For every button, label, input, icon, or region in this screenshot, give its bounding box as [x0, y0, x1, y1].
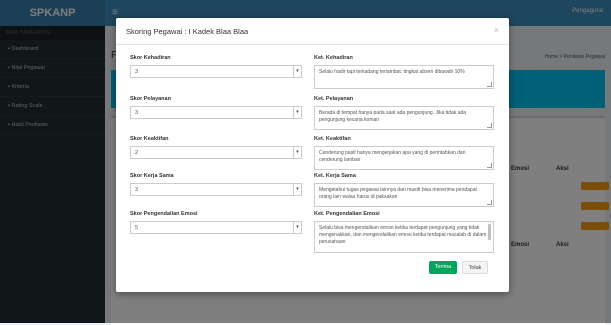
- select-value: 3: [135, 187, 139, 193]
- resize-handle-icon[interactable]: [487, 163, 492, 168]
- note-pengendalian-emosi-textarea[interactable]: Selalu bisa mengendalikan emosi ketika t…: [314, 221, 494, 253]
- note-label-kehadiran: Ket. Kehadiran: [314, 55, 353, 61]
- accept-button[interactable]: Terima: [429, 261, 457, 274]
- note-label-keaktifan: Ket. Keaktifan: [314, 136, 351, 142]
- select-keaktifan[interactable]: 2 ▾: [130, 146, 302, 159]
- modal-header: Skoring Pegawai : I Kadek Blaa Blaa ×: [116, 18, 509, 45]
- note-text: Selalu hadir tapi terkadang terlambat, t…: [319, 69, 465, 75]
- field-label-kehadiran: Skor Kehadiran: [130, 55, 171, 61]
- note-label-kerja-sama: Ket. Kerja Sama: [314, 173, 356, 179]
- resize-handle-icon[interactable]: [487, 200, 492, 205]
- close-icon[interactable]: ×: [494, 25, 499, 35]
- chevron-down-icon: ▾: [293, 184, 301, 195]
- select-pelayanan[interactable]: 3 ▾: [130, 106, 302, 119]
- note-text: Mengetahui tugas pegawai lainnya dan mas…: [319, 187, 477, 200]
- chevron-down-icon: ▾: [293, 222, 301, 233]
- chevron-down-icon: ▾: [293, 66, 301, 77]
- select-value: 3: [135, 69, 139, 75]
- note-text: Selalu bisa mengendalikan emosi ketika t…: [319, 225, 487, 245]
- note-kerja-sama-textarea[interactable]: Mengetahui tugas pegawai lainnya dan mas…: [314, 183, 494, 207]
- note-pelayanan-textarea[interactable]: Berada di tempat hanya pada saat ada pen…: [314, 106, 494, 130]
- scoring-modal: Skoring Pegawai : I Kadek Blaa Blaa × Sk…: [116, 18, 509, 292]
- chevron-down-icon: ▾: [293, 107, 301, 118]
- select-value: 2: [135, 150, 139, 156]
- note-kehadiran-textarea[interactable]: Selalu hadir tapi terkadang terlambat, t…: [314, 65, 494, 89]
- note-keaktifan-textarea[interactable]: Cenderung pasif hanya mengerjakan apa ya…: [314, 146, 494, 170]
- resize-handle-icon[interactable]: [487, 123, 492, 128]
- select-kehadiran[interactable]: 3 ▾: [130, 65, 302, 78]
- field-label-pengendalian-emosi: Skor Pengendalian Emosi: [130, 211, 198, 217]
- select-pengendalian-emosi[interactable]: 5 ▾: [130, 221, 302, 234]
- reject-button[interactable]: Tolak: [462, 261, 488, 274]
- select-kerja-sama[interactable]: 3 ▾: [130, 183, 302, 196]
- select-value: 3: [135, 110, 139, 116]
- field-label-keaktifan: Skor Keaktifan: [130, 136, 169, 142]
- modal-title: Skoring Pegawai : I Kadek Blaa Blaa: [126, 27, 249, 36]
- note-text: Berada di tempat hanya pada saat ada pen…: [319, 110, 467, 123]
- select-value: 5: [135, 225, 139, 231]
- field-label-kerja-sama: Skor Kerja Sama: [130, 173, 174, 179]
- note-label-pengendalian-emosi: Ket. Pengendalian Emosi: [314, 211, 380, 217]
- scrollbar[interactable]: [488, 224, 491, 240]
- note-label-pelayanan: Ket. Pelayanan: [314, 96, 354, 102]
- chevron-down-icon: ▾: [293, 147, 301, 158]
- note-text: Cenderung pasif hanya mengerjakan apa ya…: [319, 150, 466, 163]
- field-label-pelayanan: Skor Pelayanan: [130, 96, 171, 102]
- resize-handle-icon[interactable]: [487, 82, 492, 87]
